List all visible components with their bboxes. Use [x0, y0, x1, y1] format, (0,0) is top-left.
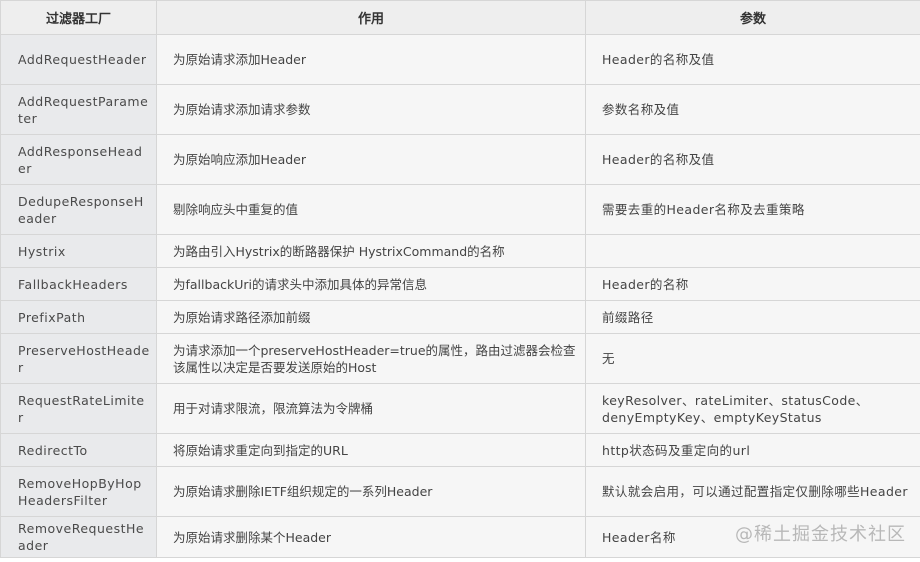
filter-name-cell: RequestRateLimiter: [0, 383, 157, 434]
filter-name-cell: DedupeResponseHeader: [0, 184, 157, 235]
filter-name-cell: AddRequestHeader: [0, 34, 157, 85]
table-row: FallbackHeaders 为fallbackUri的请求头中添加具体的异常…: [0, 267, 920, 301]
juejin-watermark: @稀土掘金技术社区: [735, 524, 906, 545]
table-row: PrefixPath 为原始请求路径添加前缀 前缀路径: [0, 300, 920, 334]
parameter-cell: 需要去重的Header名称及去重策略: [585, 184, 920, 235]
parameter-cell: [585, 234, 920, 268]
table-row: Hystrix 为路由引入Hystrix的断路器保护 HystrixComman…: [0, 234, 920, 268]
parameter-cell: Header的名称: [585, 267, 920, 301]
table-row: AddRequestHeader 为原始请求添加Header Header的名称…: [0, 34, 920, 85]
filter-name-cell: RedirectTo: [0, 433, 157, 467]
purpose-cell: 用于对请求限流，限流算法为令牌桶: [156, 383, 586, 434]
purpose-cell: 将原始请求重定向到指定的URL: [156, 433, 586, 467]
purpose-cell: 剔除响应头中重复的值: [156, 184, 586, 235]
table-row: AddRequestParameter 为原始请求添加请求参数 参数名称及值: [0, 84, 920, 135]
purpose-cell: 为原始请求添加Header: [156, 34, 586, 85]
table-header-row: 过滤器工厂 作用 参数: [0, 0, 920, 35]
purpose-cell: 为原始请求删除某个Header: [156, 516, 586, 558]
column-header-filter-factory: 过滤器工厂: [0, 0, 157, 35]
purpose-cell: 为请求添加一个preserveHostHeader=true的属性，路由过滤器会…: [156, 333, 586, 384]
filter-name-cell: AddRequestParameter: [0, 84, 157, 135]
filter-name-cell: Hystrix: [0, 234, 157, 268]
filter-name-cell: RemoveHopByHopHeadersFilter: [0, 466, 157, 517]
parameter-cell: keyResolver、rateLimiter、statusCode、denyE…: [585, 383, 920, 434]
filter-name-cell: RemoveRequestHeader: [0, 516, 157, 558]
table-row: AddResponseHeader 为原始响应添加Header Header的名…: [0, 134, 920, 185]
parameter-cell: Header的名称及值: [585, 34, 920, 85]
parameter-cell: 无: [585, 333, 920, 384]
table-row: DedupeResponseHeader 剔除响应头中重复的值 需要去重的Hea…: [0, 184, 920, 235]
filter-name-cell: FallbackHeaders: [0, 267, 157, 301]
table-row: RemoveHopByHopHeadersFilter 为原始请求删除IETF组…: [0, 466, 920, 517]
table-row: PreserveHostHeader 为请求添加一个preserveHostHe…: [0, 333, 920, 384]
column-header-purpose: 作用: [156, 0, 586, 35]
filter-name-cell: PrefixPath: [0, 300, 157, 334]
parameter-cell: Header的名称及值: [585, 134, 920, 185]
parameter-cell: 参数名称及值: [585, 84, 920, 135]
column-header-parameters: 参数: [585, 0, 920, 35]
parameter-cell: http状态码及重定向的url: [585, 433, 920, 467]
purpose-cell: 为原始请求路径添加前缀: [156, 300, 586, 334]
purpose-cell: 为fallbackUri的请求头中添加具体的异常信息: [156, 267, 586, 301]
filter-name-cell: AddResponseHeader: [0, 134, 157, 185]
filter-factory-table: 过滤器工厂 作用 参数 AddRequestHeader 为原始请求添加Head…: [0, 0, 920, 558]
purpose-cell: 为原始响应添加Header: [156, 134, 586, 185]
table-row: RequestRateLimiter 用于对请求限流，限流算法为令牌桶 keyR…: [0, 383, 920, 434]
filter-name-cell: PreserveHostHeader: [0, 333, 157, 384]
purpose-cell: 为路由引入Hystrix的断路器保护 HystrixCommand的名称: [156, 234, 586, 268]
parameter-cell: 前缀路径: [585, 300, 920, 334]
purpose-cell: 为原始请求添加请求参数: [156, 84, 586, 135]
table-row: RedirectTo 将原始请求重定向到指定的URL http状态码及重定向的u…: [0, 433, 920, 467]
purpose-cell: 为原始请求删除IETF组织规定的一系列Header: [156, 466, 586, 517]
parameter-cell: 默认就会启用，可以通过配置指定仅删除哪些Header: [585, 466, 920, 517]
